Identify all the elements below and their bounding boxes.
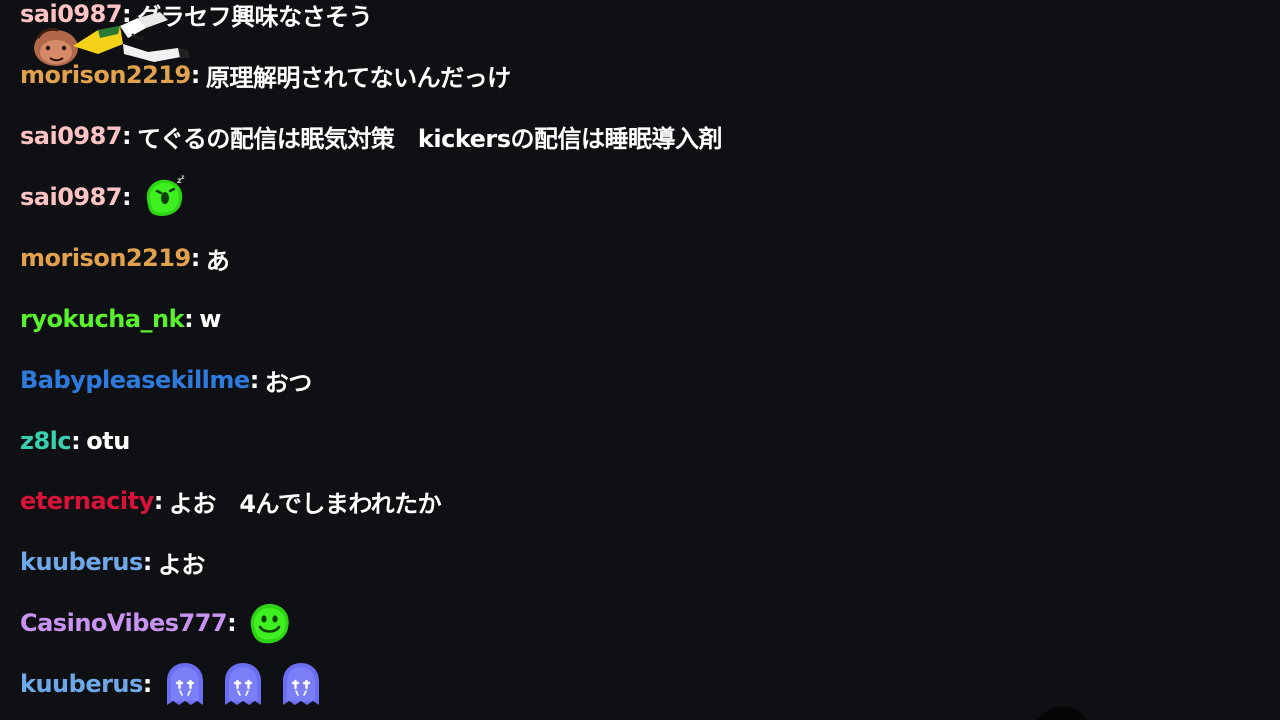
chat-username[interactable]: ryokucha_nk [20,305,185,333]
chat-message-text: otu [86,427,130,455]
chat-username[interactable]: kuuberus [20,548,143,576]
chat-colon: : [249,366,260,394]
green-sleepy-blob-emote[interactable]: z z [141,174,187,220]
emote-group [246,600,292,646]
chat-message-text: よお 4んでしまわれたか [168,489,442,518]
blue-ghost-emote[interactable] [278,661,324,707]
chat-message: kuuberus: [20,661,324,707]
chat-message: ryokucha_nk: w [20,299,221,339]
chat-colon: : [142,548,153,576]
chat-username[interactable]: sai0987 [20,122,123,150]
chat-message-text: 原理解明されてないんだっけ [205,63,511,92]
green-smile-blob-emote[interactable] [246,600,292,646]
chat-colon: : [142,670,153,698]
emote-group [162,661,324,707]
chat-colon: : [227,609,237,637]
blue-ghost-emote[interactable] [220,661,266,707]
emote-group: z z [141,174,187,220]
chat-colon: : [122,183,132,211]
chat-username[interactable]: z8lc [20,427,72,455]
chat-message: Babypleasekillme: おつ [20,360,312,400]
dancing-character-sticker [34,12,190,66]
chat-message-text: あ [205,246,230,275]
chat-colon: : [71,427,81,455]
chat-username[interactable]: sai0987 [20,183,123,211]
chat-colon: : [153,487,164,515]
chat-message: eternacity: よお 4んでしまわれたか [20,481,442,521]
chat-username[interactable]: CasinoVibes777 [20,609,228,637]
chat-message: kuuberus: よお [20,542,205,582]
chat-log: sai0987: グラセフ興味なさそう morison2219: 原理解明されてない… [0,0,1280,720]
chat-message: CasinoVibes777: [20,600,292,646]
chat-message: z8lc: otu [20,421,130,461]
chat-message-text: よお [157,550,206,579]
chat-message-text: おつ [264,368,313,397]
chat-message-text: てぐるの配信は眠気対策 kickersの配信は睡眠導入剤 [137,124,723,153]
chat-username[interactable]: kuuberus [20,670,143,698]
chat-username[interactable]: Babypleasekillme [20,366,250,394]
chat-message: sai0987: z z [20,174,187,220]
chat-message-text: w [199,305,221,333]
chat-colon: : [190,244,201,272]
chat-message: sai0987: てぐるの配信は眠気対策 kickersの配信は睡眠導入剤 [20,116,723,156]
blue-ghost-emote[interactable] [162,661,208,707]
scroll-hint-shape [1036,706,1087,720]
chat-username[interactable]: eternacity [20,487,154,515]
chat-colon: : [122,122,132,150]
svg-text:z: z [181,174,185,181]
chat-colon: : [184,305,194,333]
chat-username[interactable]: morison2219 [20,244,191,272]
chat-message: morison2219: あ [20,238,230,278]
